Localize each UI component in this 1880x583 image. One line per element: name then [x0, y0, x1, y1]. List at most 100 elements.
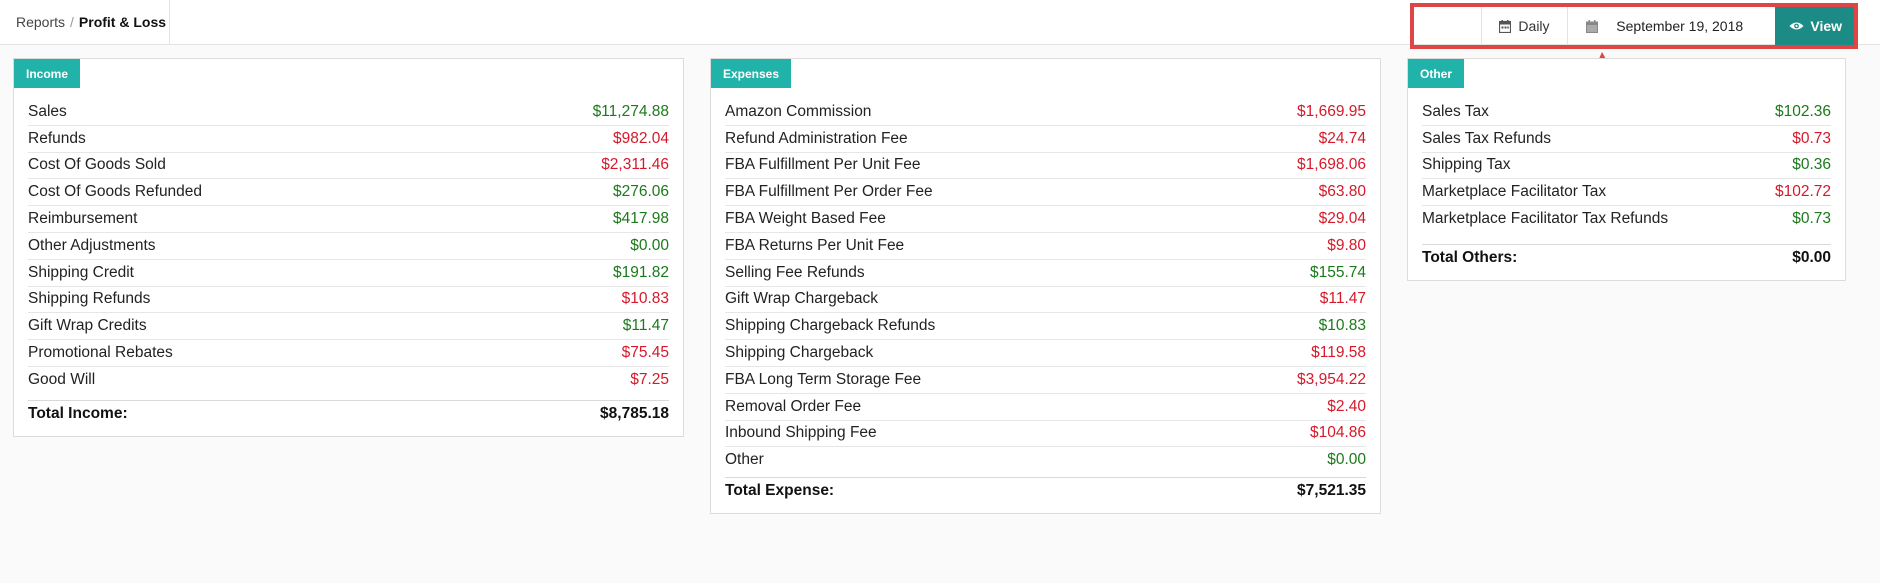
row-value: $104.86 [1309, 424, 1366, 442]
row-label: Shipping Chargeback Refunds [725, 317, 936, 335]
row-value: $29.04 [1318, 210, 1366, 228]
row-label: Sales Tax [1422, 102, 1489, 120]
table-row: Shipping Tax $0.36 [1422, 153, 1831, 180]
row-value: $24.74 [1318, 129, 1366, 147]
row-value: $102.36 [1774, 102, 1831, 120]
table-row: Sales $11,274.88 [28, 99, 669, 126]
row-label: FBA Long Term Storage Fee [725, 370, 922, 388]
other-total-label: Total Others: [1422, 249, 1518, 266]
table-row: FBA Long Term Storage Fee $3,954.22 [725, 367, 1366, 394]
table-row: Good Will $7.25 [28, 367, 669, 393]
table-row: Gift Wrap Chargeback $11.47 [725, 287, 1366, 314]
table-row: Shipping Chargeback $119.58 [725, 340, 1366, 367]
row-value: $9.80 [1327, 236, 1366, 254]
breadcrumb-current: Profit & Loss [78, 14, 167, 30]
row-value: $7.25 [630, 370, 669, 388]
row-label: FBA Fulfillment Per Order Fee [725, 183, 933, 201]
row-value: $0.00 [1327, 451, 1366, 469]
row-value: $10.83 [621, 290, 669, 308]
table-row: Refunds $982.04 [28, 126, 669, 153]
expenses-total: Total Expense: $7,521.35 [725, 477, 1366, 504]
row-label: Amazon Commission [725, 102, 872, 120]
table-row: Reimbursement $417.98 [28, 206, 669, 233]
table-row: Other $0.00 [725, 447, 1366, 473]
row-value: $155.74 [1309, 263, 1366, 281]
row-label: Inbound Shipping Fee [725, 424, 877, 442]
row-label: Other Adjustments [28, 236, 156, 254]
row-label: Good Will [28, 370, 96, 388]
row-value: $119.58 [1311, 344, 1366, 362]
row-value: $63.80 [1318, 183, 1366, 201]
row-label: Sales Tax Refunds [1422, 129, 1551, 147]
table-row: Selling Fee Refunds $155.74 [725, 260, 1366, 287]
row-value: $982.04 [612, 129, 669, 147]
income-card: Income Sales $11,274.88 Refunds $982.04 Cost… [13, 58, 684, 437]
income-total-value: $8,785.18 [600, 405, 669, 422]
row-label: FBA Fulfillment Per Unit Fee [725, 156, 921, 174]
row-label: Shipping Credit [28, 263, 134, 281]
row-label: Cost Of Goods Refunded [28, 183, 203, 201]
period-select[interactable]: Daily [1482, 6, 1569, 46]
row-label: Sales [28, 102, 67, 120]
row-value: $0.00 [630, 236, 669, 254]
table-row: Refund Administration Fee $24.74 [725, 126, 1366, 153]
row-value: $191.82 [612, 263, 669, 281]
breadcrumb-reports-link[interactable]: Reports [16, 14, 65, 30]
row-label: Cost Of Goods Sold [28, 156, 166, 174]
row-value: $0.73 [1792, 210, 1831, 228]
row-label: FBA Weight Based Fee [725, 210, 886, 228]
table-row: Promotional Rebates $75.45 [28, 340, 669, 367]
row-label: Marketplace Facilitator Tax Refunds [1422, 210, 1669, 228]
toolbar-spacer [1413, 6, 1482, 46]
row-label: Shipping Refunds [28, 290, 151, 308]
row-value: $10.83 [1318, 317, 1366, 335]
period-label: Daily [1518, 18, 1550, 34]
expenses-rows: Amazon Commission $1,669.95 Refund Adminis… [725, 99, 1366, 473]
view-button-label: View [1810, 18, 1843, 34]
row-value: $2,311.46 [601, 156, 669, 174]
row-label: Removal Order Fee [725, 397, 862, 415]
row-label: Selling Fee Refunds [725, 263, 865, 281]
breadcrumb: Reports / Profit & Loss [0, 0, 170, 44]
row-value: $417.98 [612, 210, 669, 228]
row-label: Gift Wrap Chargeback [725, 290, 879, 308]
table-row: Shipping Refunds $10.83 [28, 287, 669, 314]
other-card: Other Sales Tax $102.36 Sales Tax Refunds $… [1407, 58, 1846, 281]
calendar-icon [1586, 19, 1599, 33]
table-row: FBA Fulfillment Per Unit Fee $1,698.06 [725, 153, 1366, 180]
income-rows: Sales $11,274.88 Refunds $982.04 Cost Of Goo… [28, 99, 669, 393]
calendar-icon [1499, 19, 1512, 33]
table-row: Cost Of Goods Refunded $276.06 [28, 179, 669, 207]
row-value: $276.06 [612, 183, 669, 201]
date-picker[interactable]: September 19, 2018 [1568, 6, 1775, 46]
expenses-card: Expenses Amazon Commission $1,669.95 Refun… [710, 58, 1381, 514]
row-value: $11.47 [622, 317, 669, 335]
income-total: Total Income: $8,785.18 [28, 400, 669, 427]
table-row: Removal Order Fee $2.40 [725, 394, 1366, 421]
row-label: FBA Returns Per Unit Fee [725, 236, 905, 254]
row-label: Reimbursement [28, 210, 138, 228]
expenses-tag: Expenses [711, 59, 792, 88]
table-row: FBA Returns Per Unit Fee $9.80 [725, 233, 1366, 260]
table-row: FBA Weight Based Fee $29.04 [725, 206, 1366, 233]
row-value: $0.36 [1792, 156, 1831, 174]
row-label: Gift Wrap Credits [28, 317, 147, 335]
row-label: Promotional Rebates [28, 344, 173, 362]
report-toolbar: Daily September 19, 2018 View [1413, 6, 1857, 46]
breadcrumb-separator: / [70, 14, 74, 30]
view-button[interactable]: View [1775, 6, 1857, 46]
other-rows: Sales Tax $102.36 Sales Tax Refunds $0.73 Sh… [1422, 99, 1831, 232]
expenses-total-label: Total Expense: [725, 482, 835, 499]
income-tag: Income [14, 59, 81, 88]
row-label: Marketplace Facilitator Tax [1422, 183, 1607, 201]
table-row: Cost Of Goods Sold $2,311.46 [28, 153, 669, 180]
table-row: Marketplace Facilitator Tax Refunds $0.73 [1422, 206, 1831, 232]
row-label: Refunds [28, 129, 86, 147]
other-total: Total Others: $0.00 [1422, 244, 1831, 271]
table-row: Sales Tax $102.36 [1422, 99, 1831, 126]
table-row: Gift Wrap Credits $11.47 [28, 313, 669, 341]
row-value: $1,698.06 [1297, 156, 1366, 174]
row-value: $0.73 [1792, 129, 1831, 147]
row-label: Shipping Tax [1422, 156, 1511, 174]
row-value: $1,669.95 [1297, 102, 1366, 120]
